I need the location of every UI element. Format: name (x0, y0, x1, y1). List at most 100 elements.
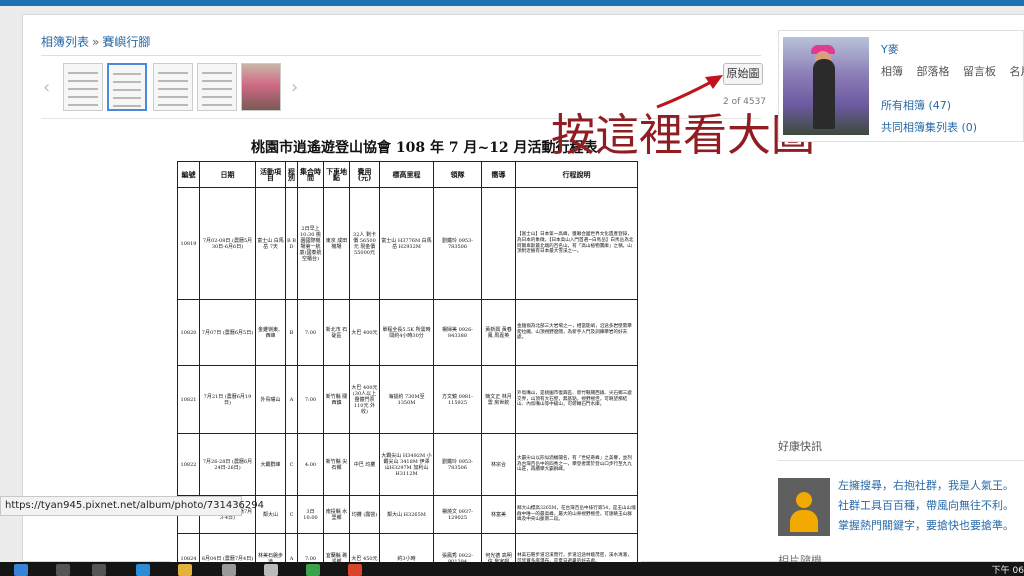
thumbnail-strip: ‹ › (41, 61, 341, 113)
cell: 林宗合 (481, 433, 516, 496)
cell: 7月26-28日 (農曆6月24日-26日) (199, 433, 256, 496)
mail-icon[interactable] (222, 564, 236, 576)
start-icon[interactable] (14, 564, 28, 576)
profile-link-guestbook[interactable]: 留言板 (963, 65, 996, 78)
thumbnail-2-selected[interactable] (107, 63, 147, 111)
cell: 新竹縣 關西鎮 (323, 365, 350, 434)
search-icon[interactable] (56, 564, 70, 576)
cell: B (285, 299, 298, 366)
document-title: 桃園市逍遙遊登山協會 108 年 7 月~12 月活動行程表 (251, 140, 598, 156)
cell: 宜蘭縣 礁溪鄉 (323, 533, 350, 563)
promo-link-1[interactable]: 左擁搜尋，右抱社群，我是人氣王。 (838, 476, 1014, 496)
profile-link-blog[interactable]: 部落格 (917, 65, 950, 78)
breadcrumb-current[interactable]: 賽嶼行腳 (102, 35, 150, 49)
divider (41, 55, 761, 56)
profile-card: Y麥 相簿 部落格 留言板 名片 所有相簿 (47) 共同相簿集列表 (0) (778, 30, 1024, 142)
cell: 大霸尖山以形似酒桶聞名，有「世紀奇峰」之美譽，並列為台灣百岳中的四秀之一，攀登者… (515, 433, 638, 496)
cell: 大霸尖山 H3492M 小霸尖山 3418M 伊澤山H3297M 加利山H311… (379, 433, 434, 496)
breadcrumb-separator: » (92, 35, 100, 49)
cell: 海拔約 730M至1350M (379, 365, 434, 434)
store-icon[interactable] (264, 564, 278, 576)
cell: 中巴 均攤 (349, 433, 380, 496)
breadcrumb-album-link[interactable]: 相簿列表 (41, 35, 89, 49)
cell: 方文鏡 0981-115925 (433, 365, 482, 434)
taskbar: 下午 06 (0, 562, 1024, 576)
sidebar: Y麥 相簿 部落格 留言板 名片 所有相簿 (47) 共同相簿集列表 (0) 好… (778, 30, 1024, 567)
thumbnail-5-photo[interactable] (241, 63, 281, 111)
cell: 10820 (177, 299, 200, 366)
table-row: 10822 7月26-28日 (農曆6月24日-26日) 大霸群峰 C 4:00 新竹縣 … (177, 433, 638, 496)
promo-link-2[interactable]: 社群工具百百種，帶風向無往不利。 (838, 496, 1014, 516)
cell: 【富士山】日本第一高峰，獲聯合國世界文化遺產登錄，為日本的象徵。【日本高山入門首… (515, 187, 638, 300)
browser-icon[interactable] (136, 564, 150, 576)
cell: 10821 (177, 365, 200, 434)
handwritten-annotation: 按這裡看大圖 (551, 110, 815, 161)
thumbnail-1[interactable] (63, 63, 103, 111)
cell: A (285, 533, 298, 563)
cell: 鄰大山標高3265M，在台灣百岳中排行第54，是玉山山塊群中唯一的最高峰，屬大的… (515, 495, 638, 534)
cell: 簡文正 林月雲 房世欽 (481, 365, 516, 434)
cell: 楊婦美 0926-843388 (433, 299, 482, 366)
cell: B B D (285, 187, 298, 300)
promo-link-3[interactable]: 掌握熱門關鍵字，要搶快也要搶準。 (838, 516, 1014, 536)
profile-link-album[interactable]: 相簿 (881, 65, 903, 78)
status-url-bar: https://tyan945.pixnet.net/album/photo/7… (0, 496, 264, 516)
cell: 7月21日 (農曆6月19日) (199, 365, 256, 434)
prev-arrow-icon[interactable]: ‹ (43, 77, 50, 98)
cell (481, 187, 516, 300)
cell: 10824 (177, 533, 200, 563)
cell: 大霸群峰 (255, 433, 286, 496)
avatar[interactable] (783, 37, 869, 135)
app-icon[interactable] (306, 564, 320, 576)
cell: 新北市 石碇區 (323, 299, 350, 366)
thumbnail-3[interactable] (153, 63, 193, 111)
next-arrow-icon[interactable]: › (291, 77, 298, 98)
cell: 7:00 (297, 533, 324, 563)
divider (778, 460, 1024, 461)
cell: 林富美 (481, 495, 516, 534)
cell: 金雞嶺為北部三大岩場之一，相當陡峭，沿途多岩壁需攀爬拉繩，山頂視野遼闊，為新手入… (515, 299, 638, 366)
cell: 4:00 (297, 433, 324, 496)
table-row: 10821 7月21日 (農曆6月19日) 外鳥嘴山 A 7:00 新竹縣 關西鎮 大巴 4… (177, 365, 638, 434)
col-header: 嚮導 (481, 161, 516, 188)
cell: 約3小時 (379, 533, 434, 563)
table-row: 10824 8月04日 (農曆7月4日) 林美石磐步道 A 7:00 宜蘭縣 礁溪鄉 大巴 … (177, 533, 638, 563)
cell: C (285, 433, 298, 496)
col-header: 標高里程 (379, 161, 434, 188)
thumbnail-4[interactable] (197, 63, 237, 111)
cell: A (285, 365, 298, 434)
profile-links: 相簿 部落格 留言板 名片 (881, 63, 1024, 79)
cell: 7月02-08日 (農曆5月30日-6月6日) (199, 187, 256, 300)
col-header: 行程說明 (515, 161, 638, 188)
cell: 張鳳秀 0922-901394 (433, 533, 482, 563)
cell: 林美石磐步道 (255, 533, 286, 563)
cell: 7:00 (297, 299, 324, 366)
folder-icon[interactable] (178, 564, 192, 576)
col-header: 費用(元) (349, 161, 380, 188)
task-view-icon[interactable] (92, 564, 106, 576)
cell: 林美石磐步道沿溪而行，步道沿途林蔭茂密，溪水清澈，可欣賞多座瀑布，是夏日避暑的好… (515, 533, 638, 563)
chrome-icon[interactable] (348, 564, 362, 576)
cell: 7:00 (297, 365, 324, 434)
col-header: 領隊 (433, 161, 482, 188)
all-albums-link[interactable]: 所有相簿 (47) (881, 95, 977, 117)
col-header: 日期 (199, 161, 256, 188)
cell: 單程全長5.5K 所需時間約4小時30分 (379, 299, 434, 366)
cell: C (285, 495, 298, 534)
cell: 新竹縣 尖石鄉 (323, 433, 350, 496)
table-header-row: 編號 日期 活動項目 程別 集合時間 下車地點 費用(元) 標高里程 領隊 嚮導… (177, 161, 638, 188)
browser-top-strip (0, 0, 1024, 6)
cell: 黃新興 黃春鳳 周嘉英 (481, 299, 516, 366)
cell: 鄰大山 H3265M (379, 495, 434, 534)
cell: 大巴 450元 (349, 533, 380, 563)
table-row: 10820 7月07日 (農曆6月5日) 金雞嶺東、西峰 B 7:00 新北市 石碇區 大巴… (177, 299, 638, 366)
cell: 劉鐵玲 0953-783506 (433, 187, 482, 300)
cell: 3日 10:00 (297, 495, 324, 534)
community-icon[interactable] (778, 478, 830, 536)
profile-link-card[interactable]: 名片 (1010, 65, 1024, 78)
breadcrumb: 相簿列表» 賽嶼行腳 (41, 33, 150, 50)
username-link[interactable]: Y麥 (881, 41, 899, 57)
col-header: 程別 (285, 161, 298, 188)
shared-albums-link[interactable]: 共同相簿集列表 (0) (881, 117, 977, 139)
cell: 8月04日 (農曆7月4日) (199, 533, 256, 563)
